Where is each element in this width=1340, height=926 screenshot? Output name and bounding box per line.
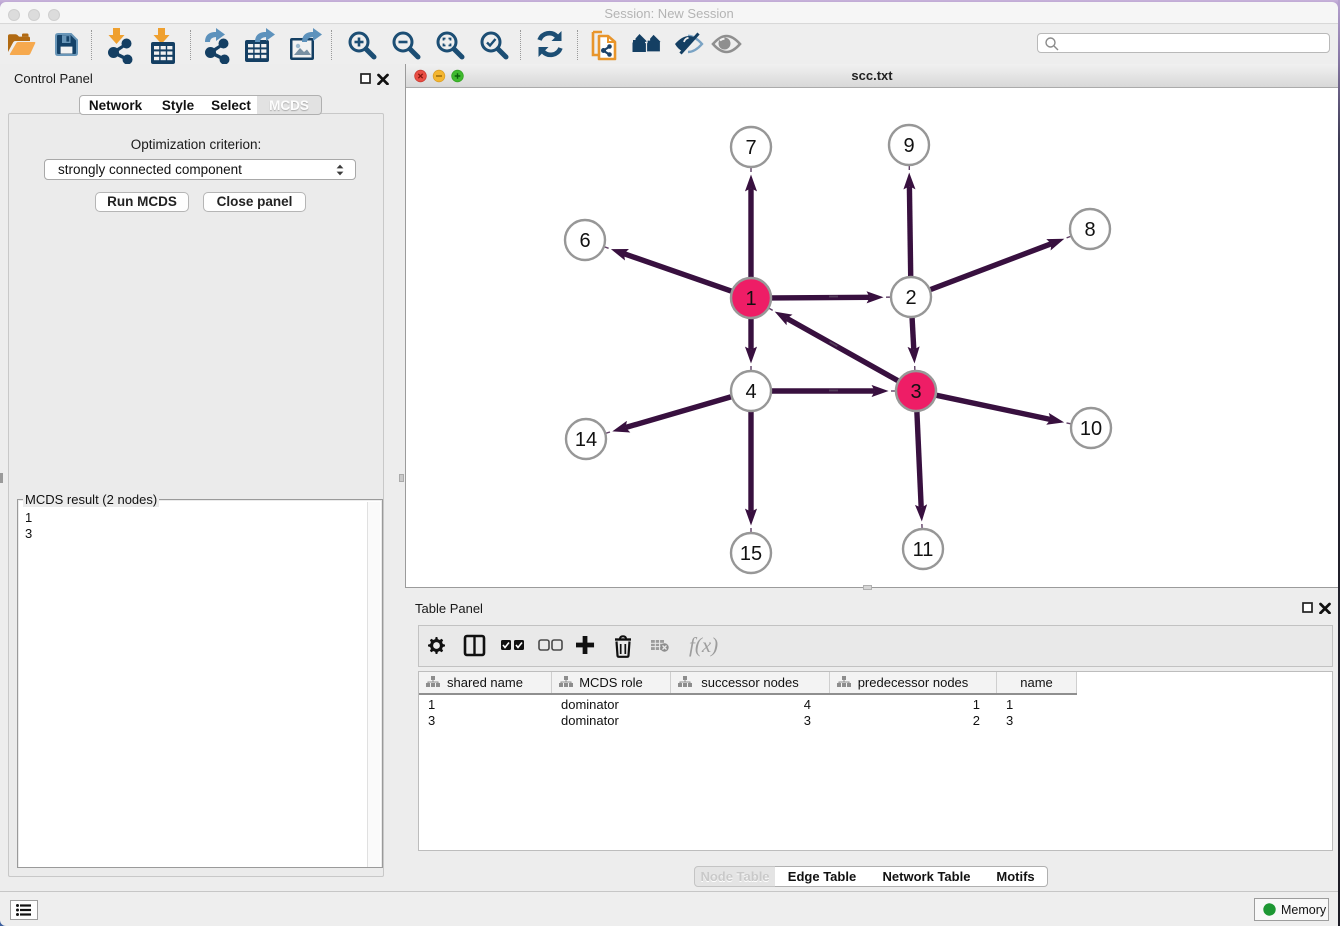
svg-text:14: 14 (575, 429, 597, 451)
svg-text:1: 1 (745, 288, 756, 310)
svg-text:8: 8 (1084, 219, 1095, 241)
svg-text:9: 9 (903, 135, 914, 157)
svg-text:10: 10 (1080, 418, 1102, 440)
svg-text:2: 2 (905, 287, 916, 309)
svg-text:7: 7 (745, 137, 756, 159)
svg-text:3: 3 (910, 381, 921, 403)
svg-text:6: 6 (579, 230, 590, 252)
svg-text:15: 15 (740, 543, 762, 565)
svg-text:11: 11 (913, 539, 934, 561)
svg-text:f(x): f(x) (689, 633, 718, 657)
svg-text:4: 4 (745, 381, 756, 403)
